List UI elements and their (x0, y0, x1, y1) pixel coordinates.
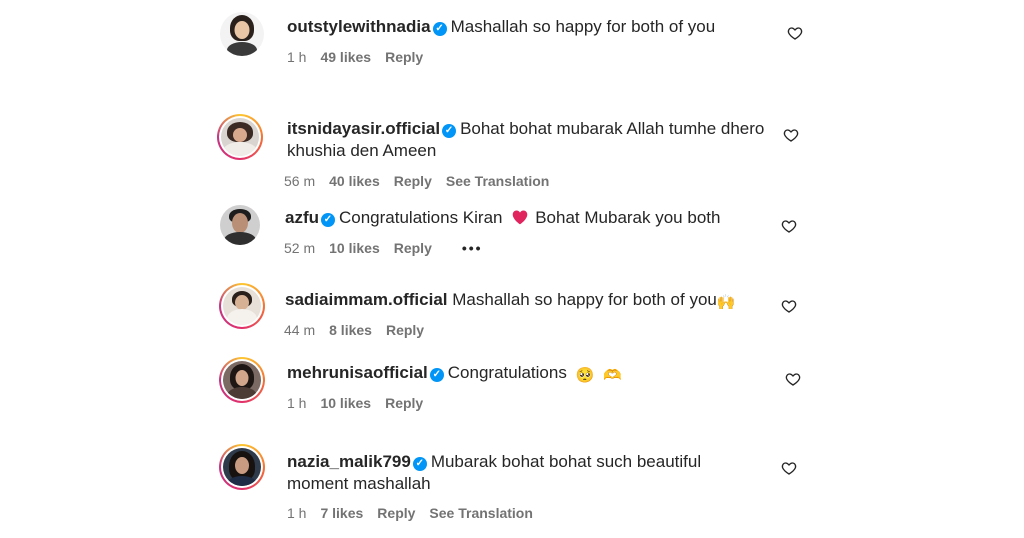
verified-badge-icon: ✓ (321, 213, 335, 227)
comment-meta: 1 h 49 likes Reply (287, 49, 437, 65)
see-translation-link[interactable]: See Translation (446, 173, 549, 189)
more-options-icon[interactable]: ••• (462, 240, 483, 256)
reply-button[interactable]: Reply (385, 395, 423, 411)
comment-time: 1 h (287, 395, 307, 411)
comment-time: 44 m (284, 322, 316, 338)
avatar[interactable] (219, 357, 265, 403)
heart-outline-icon[interactable] (787, 25, 803, 41)
comment-likes[interactable]: 10 likes (329, 240, 380, 256)
verified-badge-icon: ✓ (429, 368, 444, 382)
comment-text-block: outstylewithnadia ✓ Mashallah so happy for… (287, 16, 715, 38)
heart-outline-icon[interactable] (781, 298, 797, 314)
comment-username[interactable]: mehrunisaofficial (287, 363, 428, 382)
avatar[interactable] (219, 283, 265, 329)
comment-meta: 44 m 8 likes Reply (284, 322, 438, 338)
comment-time: 52 m (284, 240, 316, 256)
comment-time: 1 h (287, 49, 307, 65)
comment-time: 1 h (287, 505, 307, 521)
comment-likes[interactable]: 8 likes (329, 322, 372, 338)
verified-badge-icon: ✓ (442, 124, 457, 138)
pleading-face-emoji-icon: 🥺 (575, 367, 595, 384)
reply-button[interactable]: Reply (394, 240, 432, 256)
heart-outline-icon[interactable] (783, 127, 799, 143)
comment-text: Congratulations Kiran (339, 208, 503, 227)
reply-button[interactable]: Reply (385, 49, 423, 65)
heart-hands-emoji-icon: 🫶 (603, 367, 622, 384)
comment-text: Mashallah so happy for both of you (450, 17, 716, 36)
comment-text-block: sadiaimmam.official Mashallah so happy f… (285, 289, 736, 314)
comment-username[interactable]: azfu (285, 208, 319, 227)
heart-outline-icon[interactable] (781, 218, 797, 234)
comment-likes[interactable]: 49 likes (320, 49, 371, 65)
comment-username[interactable]: nazia_malik799 (287, 452, 411, 471)
avatar-image (220, 205, 260, 245)
comment-username[interactable]: itsnidayasir.official (287, 119, 440, 138)
comment-likes[interactable]: 40 likes (329, 173, 380, 189)
comment-text: Congratulations (447, 363, 567, 382)
comment-text-block: mehrunisaofficial ✓ Congratulations 🥺 🫶 (287, 362, 622, 387)
avatar[interactable] (220, 12, 264, 56)
verified-badge-icon: ✓ (432, 22, 447, 36)
avatar[interactable] (217, 114, 263, 160)
comment-text: Bohat Mubarak you both (535, 208, 721, 227)
comment-text: Bohat bohat mubarak Allah tumhe dhero (460, 119, 765, 138)
comment-likes[interactable]: 7 likes (320, 505, 363, 521)
comment-text: Mubarak bohat bohat such beautiful (430, 452, 702, 471)
comment-text-block: itsnidayasir.official ✓ Bohat bohat mubara… (287, 118, 777, 162)
avatar-image (223, 448, 261, 486)
raising-hands-emoji-icon: 🙌 (716, 294, 736, 311)
comment-meta: 1 h 10 likes Reply (287, 395, 437, 411)
comment-text: Mashallah so happy for both of you (452, 290, 717, 309)
comment-text-block: azfu ✓ Congratulations Kiran Bohat Mubarak… (285, 207, 720, 229)
comment-username[interactable]: sadiaimmam.official (285, 290, 448, 309)
comment-time: 56 m (284, 173, 316, 189)
comment-meta: 52 m 10 likes Reply ••• (284, 240, 497, 256)
see-translation-link[interactable]: See Translation (429, 505, 532, 521)
comment-text-block: nazia_malik799 ✓ Mubarak bohat bohat such … (287, 451, 777, 495)
reply-button[interactable]: Reply (394, 173, 432, 189)
avatar-image (221, 118, 259, 156)
verified-badge-icon: ✓ (412, 457, 427, 471)
avatar-image (223, 287, 261, 325)
comment-username[interactable]: outstylewithnadia (287, 17, 431, 36)
reply-button[interactable]: Reply (377, 505, 415, 521)
heart-outline-icon[interactable] (785, 371, 801, 387)
comment-likes[interactable]: 10 likes (320, 395, 371, 411)
avatar-image (220, 12, 264, 56)
reply-button[interactable]: Reply (386, 322, 424, 338)
comment-meta: 1 h 7 likes Reply See Translation (287, 505, 547, 521)
comment-text: khushia den Ameen (287, 141, 437, 160)
avatar[interactable] (219, 444, 265, 490)
red-heart-icon (512, 210, 528, 225)
avatar-image (223, 361, 261, 399)
avatar[interactable] (220, 205, 260, 245)
comment-meta: 56 m 40 likes Reply See Translation (284, 173, 563, 189)
comment-text: moment mashallah (287, 474, 431, 493)
heart-outline-icon[interactable] (781, 460, 797, 476)
